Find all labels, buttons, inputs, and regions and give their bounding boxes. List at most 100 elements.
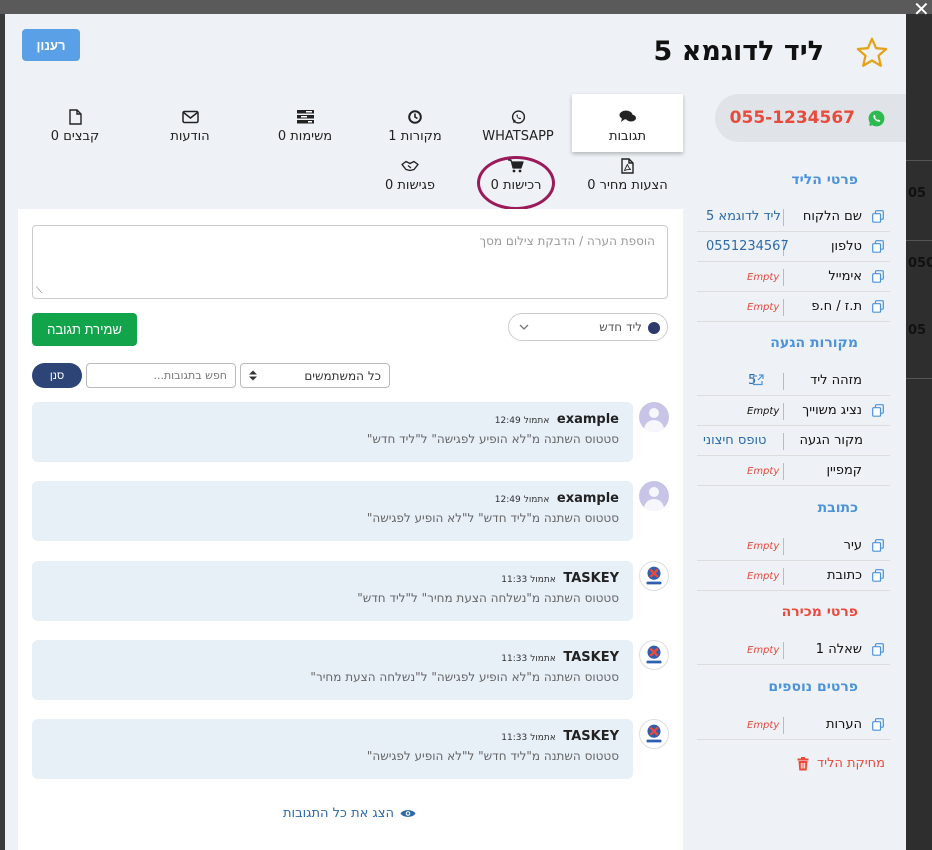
field-row-campaign: קמפיין Empty	[697, 456, 890, 486]
comment-prefix: אתמול	[530, 733, 556, 743]
field-row-email: אימייל Empty	[697, 262, 890, 292]
background-number: 05	[908, 323, 927, 338]
search-placeholder: חפש בתגובות...	[153, 369, 227, 382]
field-row-agent: נציג משוייך Empty	[697, 396, 890, 426]
status-value-wrap: ליד חדש	[599, 320, 660, 334]
comment-text: סטטוס השתנה מ"נשלחה הצעת מחיר" ל"ליד חדש…	[357, 591, 619, 605]
comment-header: TASKEY אתמול11:33	[46, 650, 619, 665]
field-value[interactable]: Empty	[747, 571, 779, 582]
field-value[interactable]: טופס חיצוני	[703, 433, 766, 448]
whatsapp-icon[interactable]	[867, 109, 886, 128]
refresh-button[interactable]: רענון	[22, 29, 80, 61]
section-sale-details: פרטי מכירה	[781, 604, 858, 620]
tab-label: הודעות	[170, 129, 210, 144]
status-dot-icon	[648, 321, 660, 334]
comment-time: 12:49	[494, 416, 521, 426]
star-icon[interactable]	[854, 36, 890, 70]
field-value[interactable]: Empty	[747, 272, 779, 283]
clock-icon	[408, 110, 422, 124]
comments-search-input[interactable]: חפש בתגובות...	[86, 363, 236, 388]
field-value[interactable]: Empty	[747, 720, 779, 731]
field-value[interactable]: Empty	[747, 406, 779, 417]
comment-time: 11:33	[501, 654, 528, 664]
comment-author: TASKEY	[563, 571, 619, 586]
comment-item: TASKEY אתמול11:33 סטטוס השתנה מ"ליד חדש"…	[32, 719, 633, 779]
field-value[interactable]: Empty	[747, 302, 779, 313]
background-number: 050	[908, 256, 932, 271]
field-label: מקור הגעה	[799, 433, 863, 448]
field-label: כתובת	[826, 568, 862, 583]
field-label: קמפיין	[826, 463, 862, 478]
comment-prefix: אתמול	[523, 495, 550, 505]
show-all-comments-link[interactable]: הצג את כל התגובות	[283, 806, 416, 821]
field-row-notes: הערות Empty	[697, 710, 890, 740]
comment-text: סטטוס השתנה מ"ליד חדש" ל"לא הופיע לפגישה…	[366, 749, 619, 763]
field-value[interactable]: Empty	[747, 541, 779, 552]
tab-label: 0 קבצים	[50, 129, 100, 144]
copy-icon[interactable]	[872, 643, 884, 656]
comment-item: example אתמול12:49 סטטוס השתנה מ"ליד חדש…	[32, 481, 633, 541]
taskey-logo-icon	[639, 719, 669, 749]
copy-icon[interactable]	[872, 539, 884, 552]
tab-comments[interactable]: תגובות	[572, 109, 683, 144]
tasks-icon	[296, 110, 314, 124]
field-label: שם הלקוח	[802, 209, 862, 224]
envelope-icon	[181, 110, 199, 124]
comment-author: example	[556, 412, 619, 427]
field-label: שאלה 1	[815, 642, 862, 657]
filter-button[interactable]: סנן	[32, 363, 82, 388]
field-label: עיר	[843, 538, 862, 553]
copy-icon[interactable]	[872, 210, 884, 223]
tab-label: 1 מקורות	[388, 129, 442, 144]
field-value[interactable]: 0551234567	[706, 239, 789, 254]
copy-icon[interactable]	[872, 569, 884, 582]
comment-time: 11:33	[501, 575, 528, 585]
tab-tasks[interactable]: 0 משימות	[250, 109, 360, 144]
tab-files[interactable]: 0 קבצים	[25, 109, 125, 144]
tab-meetings[interactable]: 0 פגישות	[360, 158, 460, 193]
comment-prefix: אתמול	[530, 575, 556, 585]
close-icon[interactable]: ✕	[913, 0, 930, 20]
tab-sources[interactable]: 1 מקורות	[365, 109, 465, 144]
taskey-logo-icon	[639, 561, 669, 591]
status-select[interactable]: ליד חדש	[508, 313, 668, 341]
phone-pill[interactable]: 055-1234567	[715, 94, 906, 142]
lead-title: ליד לדוגמא 5	[653, 36, 825, 67]
comment-text: סטטוס השתנה מ"לא הופיע לפגישה" ל"ליד חדש…	[366, 432, 619, 446]
section-sources: מקורות הגעה	[770, 335, 858, 351]
save-comment-button[interactable]: שמירת תגובה	[32, 313, 137, 346]
field-value[interactable]: ליד לדוגמא 5	[706, 209, 781, 224]
delete-lead-button[interactable]: מחיקת הליד	[797, 756, 885, 771]
background-number: 05	[908, 186, 927, 201]
tab-messages[interactable]: הודעות	[140, 109, 240, 144]
eye-icon	[400, 810, 416, 817]
comment-textarea[interactable]: הוספת הערה / הדבקת צילום מסך ⟋	[32, 225, 668, 299]
phone-number[interactable]: 055-1234567	[730, 108, 855, 128]
tab-whatsapp[interactable]: WHATSAPP	[468, 109, 568, 144]
copy-icon[interactable]	[872, 718, 884, 731]
copy-icon[interactable]	[872, 300, 884, 313]
comment-author: TASKEY	[563, 729, 619, 744]
comment-header: example אתמול12:49	[46, 491, 619, 506]
field-label: נציג משוייך	[802, 403, 862, 418]
field-value[interactable]: Empty	[747, 645, 779, 656]
copy-icon[interactable]	[872, 404, 884, 417]
avatar	[639, 402, 669, 432]
copy-icon[interactable]	[872, 270, 884, 283]
comment-header: TASKEY אתמול11:33	[46, 571, 619, 586]
comment-time: 12:49	[494, 495, 521, 505]
avatar	[639, 481, 669, 511]
resize-handle-icon[interactable]: ⟋	[36, 286, 42, 296]
field-label: מזהה ליד	[810, 373, 862, 388]
field-row-lead-id: מזהה ליד 5	[697, 366, 890, 396]
comment-prefix: אתמול	[530, 654, 556, 664]
field-row-id: ת.ז / ח.פ Empty	[697, 292, 890, 322]
tab-quotes[interactable]: 0 הצעות מחיר	[575, 158, 680, 193]
users-filter-select[interactable]: כל המשתמשים	[240, 363, 390, 388]
copy-icon[interactable]	[872, 240, 884, 253]
field-value[interactable]: Empty	[747, 466, 779, 477]
external-link-icon[interactable]	[752, 374, 764, 386]
comment-prefix: אתמול	[523, 416, 550, 426]
field-row-city: עיר Empty	[697, 531, 890, 561]
comment-text: סטטוס השתנה מ"ליד חדש" ל"לא הופיע לפגישה…	[366, 511, 619, 525]
